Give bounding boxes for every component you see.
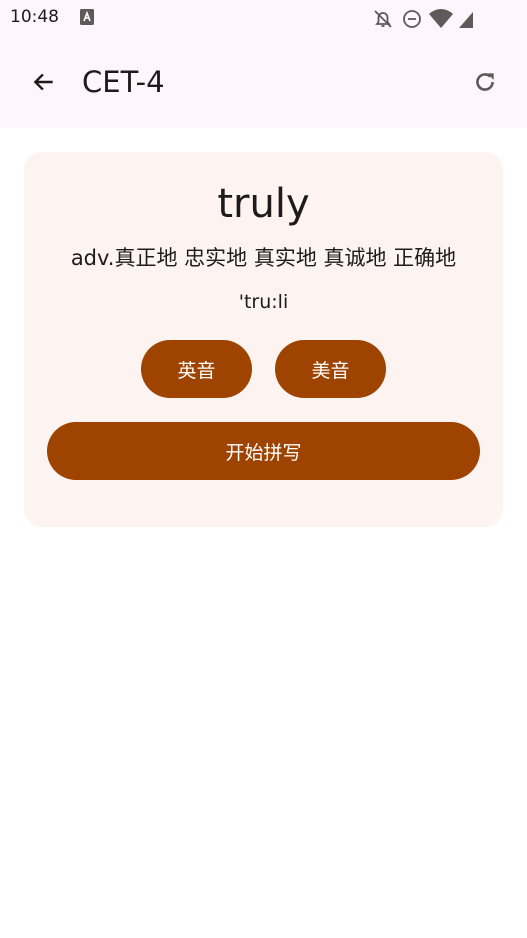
word-meaning: adv.真正地 忠实地 真实地 真诚地 正确地 [70,246,457,270]
status-time: 10:48 [10,7,59,27]
page-title: CET-4 [82,65,165,99]
uk-pronunciation-button[interactable]: 英音 [141,340,252,398]
a-badge-icon [80,9,94,29]
wifi-icon [429,9,453,28]
do-not-disturb-icon [403,10,421,28]
us-pronunciation-button[interactable]: 美音 [275,340,386,398]
back-button[interactable] [22,60,66,104]
status-bar: 10:48 [0,0,527,36]
start-spelling-button[interactable]: 开始拼写 [47,422,480,480]
app-bar: CET-4 [0,36,527,128]
refresh-button[interactable] [463,60,507,104]
status-icons [373,8,493,34]
word-card: truly adv.真正地 忠实地 真实地 真诚地 正确地 'tru:li 英音… [24,152,503,527]
signal-icon [459,12,473,28]
notifications-off-icon [374,10,392,28]
arrow-back-icon [33,73,53,91]
word-title: truly [217,181,310,227]
refresh-icon [476,73,494,91]
word-phonetic: 'tru:li [238,291,289,313]
